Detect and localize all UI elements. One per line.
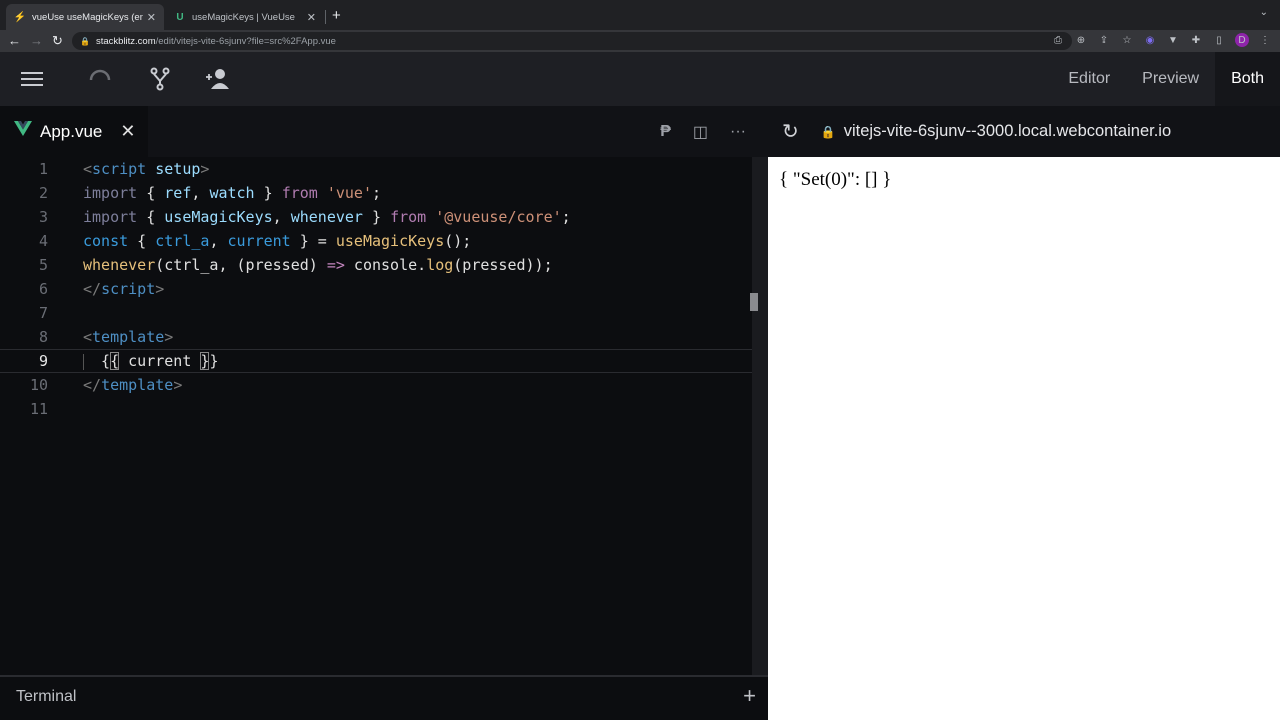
profile-avatar[interactable]: D xyxy=(1235,33,1249,47)
url-path: /edit/vitejs-vite-6sjunv?file=src%2FApp.… xyxy=(155,35,336,47)
sidepanel-icon[interactable]: ▯ xyxy=(1212,35,1226,46)
new-tab-icon[interactable]: + xyxy=(332,7,341,24)
code-editor[interactable]: 1 <script setup> 2 import { ref, watch }… xyxy=(0,157,752,675)
tab-title: useMagicKeys | VueUse xyxy=(192,11,295,23)
vue-logo-icon xyxy=(14,121,32,142)
lock-icon: 🔒 xyxy=(820,124,836,139)
hamburger-menu-icon[interactable] xyxy=(19,66,45,92)
close-tab-icon[interactable]: ✕ xyxy=(307,11,316,24)
terminal-panel[interactable]: Terminal + xyxy=(0,675,768,720)
prettier-icon[interactable]: ₱ xyxy=(660,123,671,141)
file-tab-app-vue[interactable]: App.vue ✕ xyxy=(0,106,148,157)
line-number: 9 xyxy=(38,352,48,370)
url-host: stackblitz.com xyxy=(95,35,156,47)
code-line: 1 <script setup> xyxy=(0,157,752,181)
code-line: 11 xyxy=(0,397,752,421)
fork-icon[interactable] xyxy=(147,66,173,92)
view-tab-preview[interactable]: Preview xyxy=(1126,52,1215,106)
close-icon[interactable]: ✕ xyxy=(120,121,135,142)
editor-tab-bar: App.vue ✕ ₱ ◫ ··· xyxy=(0,106,768,157)
line-number: 3 xyxy=(38,208,48,226)
vue-devtools-icon[interactable]: ▼ xyxy=(1166,35,1180,46)
line-number: 2 xyxy=(38,184,48,202)
code-line: 7 xyxy=(0,301,752,325)
add-terminal-icon[interactable]: + xyxy=(743,683,756,709)
code-line: 2 import { ref, watch } from 'vue'; xyxy=(0,181,752,205)
preview-reload-icon[interactable]: ↻ xyxy=(782,119,799,144)
install-icon[interactable]: ⎙ xyxy=(1051,35,1065,46)
add-user-icon[interactable] xyxy=(205,66,231,92)
puzzle-icon[interactable]: ✚ xyxy=(1189,35,1203,46)
code-line: 5 whenever(ctrl_a, (pressed) => console.… xyxy=(0,253,752,277)
reload-icon[interactable]: ↻ xyxy=(52,33,63,49)
browser-tab-stackblitz[interactable]: ⚡ vueUse useMagicKeys (end ac ✕ xyxy=(6,4,164,30)
line-number: 4 xyxy=(38,232,48,250)
star-icon[interactable]: ☆ xyxy=(1120,35,1134,46)
lock-icon: 🔒 xyxy=(80,36,90,46)
loading-spinner-icon xyxy=(87,66,113,92)
browser-tab-vueuse[interactable]: U useMagicKeys | VueUse ✕ xyxy=(166,4,324,30)
extension-circle-icon[interactable]: ◉ xyxy=(1143,35,1157,46)
tab-title: vueUse useMagicKeys (end ac xyxy=(32,11,143,23)
bolt-icon: ⚡ xyxy=(13,11,27,23)
menu-dots-icon[interactable]: ⋮ xyxy=(1258,35,1272,46)
code-line-current: 9 {{ current }} xyxy=(0,349,752,373)
preview-pane[interactable]: { "Set(0)": [] } xyxy=(768,157,1280,720)
address-bar: ← → ↻ 🔒 stackblitz.com /edit/vitejs-vite… xyxy=(0,30,1280,52)
preview-toolbar: ↻ 🔒 vitejs-vite-6sjunv--3000.local.webco… xyxy=(768,106,1280,157)
line-number: 7 xyxy=(38,304,48,322)
zoom-icon[interactable]: ⊕ xyxy=(1074,35,1088,46)
vueuse-icon: U xyxy=(176,11,184,23)
file-tab-label: App.vue xyxy=(40,121,103,141)
browser-tab-bar: ⚡ vueUse useMagicKeys (end ac ✕ U useMag… xyxy=(0,0,1280,30)
back-icon[interactable]: ← xyxy=(8,33,21,48)
line-number: 11 xyxy=(29,400,48,418)
url-field[interactable]: 🔒 stackblitz.com /edit/vitejs-vite-6sjun… xyxy=(72,32,1072,50)
line-number: 5 xyxy=(38,256,48,274)
line-number: 6 xyxy=(38,280,48,298)
more-options-icon[interactable]: ··· xyxy=(730,123,746,141)
line-number: 8 xyxy=(38,328,48,346)
line-number: 1 xyxy=(38,160,48,178)
view-tab-editor[interactable]: Editor xyxy=(1052,52,1126,106)
code-line: 6 </script> xyxy=(0,277,752,301)
chevron-down-icon[interactable]: ⌄ xyxy=(1260,7,1268,18)
code-line: 8 <template> xyxy=(0,325,752,349)
tab-separator xyxy=(325,10,326,24)
share-icon[interactable]: ⇪ xyxy=(1097,35,1111,46)
editor-scrollbar[interactable] xyxy=(752,157,768,675)
code-line: 4 const { ctrl_a, current } = useMagicKe… xyxy=(0,229,752,253)
preview-url[interactable]: vitejs-vite-6sjunv--3000.local.webcontai… xyxy=(844,122,1171,141)
line-number: 10 xyxy=(29,376,48,394)
preview-output: { "Set(0)": [] } xyxy=(779,169,892,190)
code-line: 10 </template> xyxy=(0,373,752,397)
terminal-label: Terminal xyxy=(16,688,77,705)
forward-icon[interactable]: → xyxy=(30,33,43,48)
view-tab-both[interactable]: Both xyxy=(1215,52,1280,106)
code-line: 3 import { useMagicKeys, whenever } from… xyxy=(0,205,752,229)
scrollbar-thumb[interactable] xyxy=(750,293,758,311)
app-header: Editor Preview Both xyxy=(0,52,1280,106)
split-view-icon[interactable]: ◫ xyxy=(693,122,708,142)
close-tab-icon[interactable]: ✕ xyxy=(147,11,156,24)
